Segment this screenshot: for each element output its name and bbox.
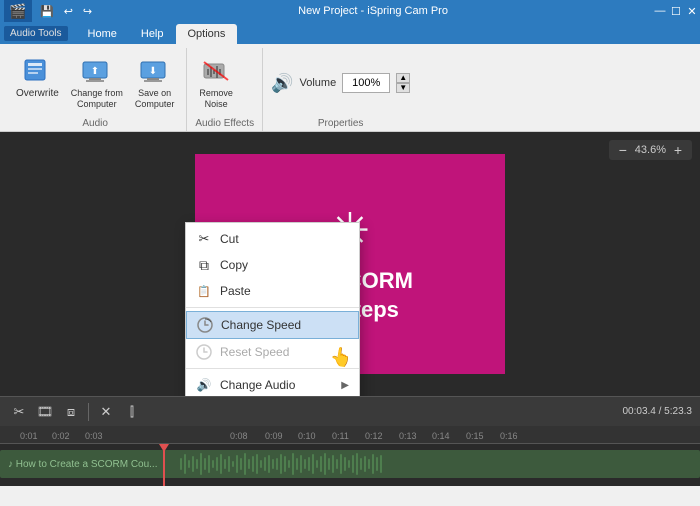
maximize-btn[interactable]: ☐ xyxy=(668,3,684,19)
ribbon-effects-items: RemoveNoise xyxy=(195,48,254,118)
ribbon-audio-items: Overwrite ⬆ Change fromComputer xyxy=(12,48,178,118)
menu-paste-label: Paste xyxy=(220,284,251,298)
menu-item-change-speed[interactable]: Change Speed xyxy=(186,311,359,339)
title-bar: 🎬 💾 ↩ ↪ New Project - iSpring Cam Pro — … xyxy=(0,0,700,22)
cut-icon xyxy=(196,231,212,247)
window-title: New Project - iSpring Cam Pro xyxy=(298,5,448,17)
timeline-delete-btn[interactable]: ✕ xyxy=(95,401,117,423)
menu-item-reset-speed: Reset Speed xyxy=(186,339,359,365)
timeline-separator-1 xyxy=(88,403,89,421)
menu-copy-label: Copy xyxy=(220,258,248,272)
ruler-tick-12: 0:16 xyxy=(500,431,518,441)
timeline-playhead[interactable] xyxy=(163,444,165,486)
ruler-tick-1: 0:01 xyxy=(20,431,38,441)
ruler-tick-6: 0:10 xyxy=(298,431,316,441)
save-on-computer-label: Save onComputer xyxy=(135,88,175,110)
save-on-computer-btn[interactable]: ⬇ Save onComputer xyxy=(131,52,179,112)
audio-group-label: Audio xyxy=(12,118,178,131)
track-area: ♪ How to Create a SCORM Cou... xyxy=(0,444,700,486)
volume-control: 🔊 Volume ▲ ▼ xyxy=(271,73,410,94)
ruler-tick-5: 0:09 xyxy=(265,431,283,441)
zoom-controls: − 43.6% + xyxy=(609,140,692,160)
ribbon-panel: Overwrite ⬆ Change fromComputer xyxy=(0,44,700,132)
tab-help[interactable]: Help xyxy=(129,24,176,44)
menu-change-audio-label: Change Audio xyxy=(220,378,295,392)
svg-text:⬇: ⬇ xyxy=(148,66,156,77)
save-btn[interactable]: 💾 xyxy=(38,5,56,18)
copy-icon: ⧉ xyxy=(196,257,212,273)
ribbon-tab-bar: Audio Tools Home Help Options xyxy=(0,22,700,44)
timeline-split-btn[interactable]: ⫿ xyxy=(121,401,143,423)
menu-item-cut[interactable]: Cut xyxy=(186,226,359,252)
menu-cut-label: Cut xyxy=(220,232,239,246)
ribbon-group-audio: Overwrite ⬆ Change fromComputer xyxy=(4,48,187,131)
menu-separator-1 xyxy=(186,307,359,308)
tab-options[interactable]: Options xyxy=(176,24,238,44)
remove-noise-btn[interactable]: RemoveNoise xyxy=(195,52,237,112)
submenu-arrow-icon: ▶ xyxy=(341,380,349,391)
change-from-computer-btn[interactable]: ⬆ Change fromComputer xyxy=(67,52,127,112)
ruler-tick-2: 0:02 xyxy=(52,431,70,441)
timeline-film-btn[interactable]: 🎞 xyxy=(34,401,56,423)
ribbon-group-properties: 🔊 Volume ▲ ▼ Properties xyxy=(263,48,418,131)
redo-btn[interactable]: ↪ xyxy=(81,5,94,18)
ruler-tick-10: 0:14 xyxy=(432,431,450,441)
minimize-btn[interactable]: — xyxy=(652,3,668,19)
effects-group-label: Audio Effects xyxy=(195,118,254,131)
svg-text:⬆: ⬆ xyxy=(91,66,99,77)
main-editor-area: ✳ te a SCORM n 3 Steps − 43.6% + Cut ⧉ C… xyxy=(0,132,700,396)
menu-reset-speed-label: Reset Speed xyxy=(220,345,289,359)
close-btn[interactable]: ✕ xyxy=(684,3,700,19)
timeline-toolbar: ✂ 🎞 ⧈ ✕ ⫿ 00:03.4 / 5:23.3 xyxy=(0,396,700,426)
menu-item-copy[interactable]: ⧉ Copy xyxy=(186,252,359,278)
audio-track-label: ♪ How to Create a SCORM Cou... xyxy=(8,459,158,470)
ruler-tick-4: 0:08 xyxy=(230,431,248,441)
audio-track[interactable]: ♪ How to Create a SCORM Cou... xyxy=(0,450,700,478)
change-from-computer-icon: ⬆ xyxy=(81,54,113,86)
undo-btn[interactable]: ↩ xyxy=(62,5,75,18)
timeline-tracks: 0:01 0:02 0:03 0:08 0:09 0:10 0:11 0:12 … xyxy=(0,426,700,486)
app-logo-btn[interactable]: 🎬 xyxy=(4,0,32,22)
overwrite-label: Overwrite xyxy=(16,88,59,100)
properties-group-label: Properties xyxy=(271,118,410,131)
volume-up-btn[interactable]: ▲ xyxy=(396,73,410,83)
context-menu: Cut ⧉ Copy 📋 Paste Change Speed xyxy=(185,222,360,396)
remove-noise-label: RemoveNoise xyxy=(199,88,233,110)
ruler-tick-9: 0:13 xyxy=(399,431,417,441)
ruler-tick-8: 0:12 xyxy=(365,431,383,441)
overwrite-icon xyxy=(21,54,53,86)
volume-label: Volume xyxy=(300,77,337,89)
ruler-tick-11: 0:15 xyxy=(466,431,484,441)
timeline-layer-btn[interactable]: ⧈ xyxy=(60,401,82,423)
context-tab-label: Audio Tools xyxy=(4,26,68,41)
change-from-computer-label: Change fromComputer xyxy=(71,88,123,110)
ruler-tick-3: 0:03 xyxy=(85,431,103,441)
menu-item-change-audio[interactable]: 🔊 Change Audio ▶ xyxy=(186,372,359,396)
volume-input[interactable] xyxy=(342,73,390,93)
paste-icon: 📋 xyxy=(196,283,212,299)
timeline-time-display: 00:03.4 / 5:23.3 xyxy=(622,406,692,417)
zoom-value: 43.6% xyxy=(635,144,666,156)
volume-spinner: ▲ ▼ xyxy=(396,73,410,93)
ruler-tick-7: 0:11 xyxy=(332,431,349,441)
reset-speed-icon xyxy=(196,344,212,360)
timeline-ruler: 0:01 0:02 0:03 0:08 0:09 0:10 0:11 0:12 … xyxy=(0,426,700,444)
tab-home[interactable]: Home xyxy=(76,24,129,44)
timeline-cut-btn[interactable]: ✂ xyxy=(8,401,30,423)
remove-noise-icon xyxy=(200,54,232,86)
menu-change-speed-label: Change Speed xyxy=(221,318,301,332)
menu-separator-2 xyxy=(186,368,359,369)
zoom-out-btn[interactable]: − xyxy=(615,142,631,158)
volume-down-btn[interactable]: ▼ xyxy=(396,83,410,93)
overwrite-btn[interactable]: Overwrite xyxy=(12,52,63,102)
menu-item-paste[interactable]: 📋 Paste xyxy=(186,278,359,304)
zoom-in-btn[interactable]: + xyxy=(670,142,686,158)
volume-icon: 🔊 xyxy=(271,73,293,94)
change-speed-icon xyxy=(197,317,213,333)
audio-waveform xyxy=(180,450,480,478)
change-audio-icon: 🔊 xyxy=(196,377,212,393)
save-on-computer-icon: ⬇ xyxy=(139,54,171,86)
ribbon-group-effects: RemoveNoise Audio Effects xyxy=(187,48,263,131)
